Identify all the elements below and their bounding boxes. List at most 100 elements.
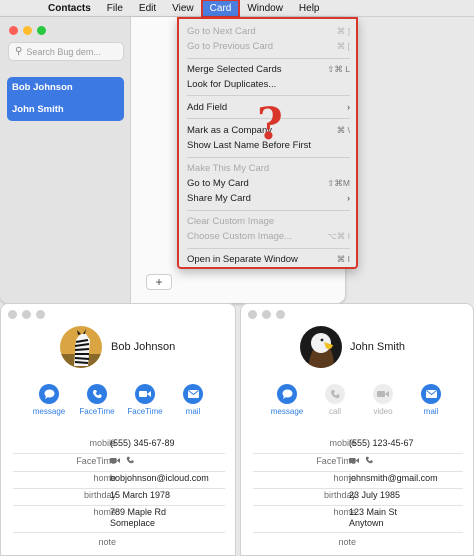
mail-icon — [421, 384, 441, 404]
mail-icon — [183, 384, 203, 404]
menu-item-open-separate-window[interactable]: Open in Separate Window ⌘ I — [187, 252, 350, 266]
field-value[interactable]: johnsmith@gmail.com — [349, 473, 438, 484]
field-row: FaceTime — [253, 456, 463, 472]
minimize-button[interactable] — [262, 310, 271, 319]
menu-item-make-my-card[interactable]: Make This My Card — [187, 161, 350, 175]
close-button[interactable] — [8, 310, 17, 319]
phone-icon[interactable] — [365, 456, 373, 467]
contact-list: Bob Johnson John Smith — [7, 77, 124, 121]
minimize-button[interactable] — [23, 26, 32, 35]
search-input[interactable]: ⚲ Search Bug dem... — [8, 42, 124, 61]
action-row: message FaceTime FaceTime mail — [25, 384, 217, 416]
sidebar: ⚲ Search Bug dem... Bob Johnson John Smi… — [0, 17, 131, 303]
menu-separator — [187, 58, 350, 59]
menu-item-clear-image[interactable]: Clear Custom Image — [187, 214, 350, 228]
window-controls — [248, 310, 285, 319]
field-value[interactable]: 123 Main St — [349, 507, 397, 518]
message-icon — [277, 384, 297, 404]
field-value[interactable]: 23 July 1985 — [349, 490, 400, 501]
action-row: message call video mail — [263, 384, 455, 416]
field-value[interactable]: 15 March 1978 — [110, 490, 170, 501]
contact-card-bob: Bob Johnson message FaceTime FaceTime ma… — [0, 303, 236, 556]
menu-separator — [187, 95, 350, 96]
menu-item-share-my-card[interactable]: Share My Card › — [187, 191, 350, 205]
video-action[interactable]: video — [359, 384, 407, 416]
question-mark-annotation: ? — [257, 99, 283, 150]
field-row: FaceTime — [13, 456, 225, 472]
eagle-avatar-image — [300, 326, 342, 368]
phone-icon[interactable] — [126, 456, 134, 467]
menu-separator — [187, 248, 350, 249]
mail-action[interactable]: mail — [407, 384, 455, 416]
close-button[interactable] — [9, 26, 18, 35]
phone-icon — [325, 384, 345, 404]
field-value[interactable]: bobjohnson@icloud.com — [110, 473, 209, 484]
menu-app[interactable]: Contacts — [40, 0, 99, 17]
list-item[interactable]: John Smith — [7, 99, 124, 121]
field-row: mobile (555) 345-67-89 — [13, 438, 225, 454]
menu-help[interactable]: Help — [291, 0, 328, 17]
menu-item-merge-cards[interactable]: Merge Selected Cards ⇧⌘ L — [187, 62, 350, 76]
video-icon[interactable] — [349, 456, 359, 467]
video-icon[interactable] — [110, 456, 120, 467]
field-row: home 789 Maple Rd Someplace — [13, 507, 225, 533]
message-icon — [39, 384, 59, 404]
message-action[interactable]: message — [25, 384, 73, 416]
message-action[interactable]: message — [263, 384, 311, 416]
contact-card-john: John Smith message call video mail mobil… — [240, 303, 474, 556]
phone-action[interactable]: FaceTime — [73, 384, 121, 416]
minimize-button[interactable] — [22, 310, 31, 319]
menu-item-go-to-my-card[interactable]: Go to My Card ⇧⌘M — [187, 176, 350, 190]
zoom-button[interactable] — [37, 26, 46, 35]
field-row: home 123 Main St Anytown — [253, 507, 463, 533]
avatar — [60, 326, 102, 368]
call-action[interactable]: call — [311, 384, 359, 416]
zoom-button[interactable] — [36, 310, 45, 319]
field-row: home bobjohnson@icloud.com — [13, 473, 225, 489]
search-placeholder: Search Bug dem... — [26, 46, 101, 57]
contact-name: Bob Johnson — [111, 341, 176, 353]
phone-icon — [87, 384, 107, 404]
mail-action[interactable]: mail — [169, 384, 217, 416]
menu-item-choose-image[interactable]: Choose Custom Image... ⌥⌘ I — [187, 229, 350, 243]
menu-window[interactable]: Window — [239, 0, 291, 17]
facetime-icons — [110, 456, 134, 467]
window-controls — [9, 26, 46, 35]
menu-item-look-duplicates[interactable]: Look for Duplicates... — [187, 77, 350, 91]
menu-edit[interactable]: Edit — [131, 0, 164, 17]
zoom-button[interactable] — [276, 310, 285, 319]
chevron-right-icon: › — [347, 102, 350, 112]
field-value[interactable]: (555) 345-67-89 — [110, 438, 175, 449]
field-row: note — [338, 537, 356, 547]
field-row: birthday 23 July 1985 — [253, 490, 463, 506]
avatar — [300, 326, 342, 368]
add-contact-button[interactable]: + — [146, 274, 172, 290]
field-value[interactable]: 789 Maple Rd — [110, 507, 166, 518]
field-value[interactable]: (555) 123-45-67 — [349, 438, 414, 449]
zebra-avatar-image — [60, 326, 102, 368]
field-row: mobile (555) 123-45-67 — [253, 438, 463, 454]
field-row: note — [98, 537, 116, 547]
menu-item-next-card[interactable]: Go to Next Card ⌘ ] — [187, 24, 350, 38]
list-item[interactable]: Bob Johnson — [7, 77, 124, 99]
menu-file[interactable]: File — [99, 0, 131, 17]
window-controls — [8, 310, 45, 319]
chevron-right-icon: › — [347, 193, 350, 203]
video-icon — [373, 384, 393, 404]
field-row: birthday 15 March 1978 — [13, 490, 225, 506]
facetime-icons — [349, 456, 373, 467]
video-icon — [135, 384, 155, 404]
field-value[interactable]: Anytown — [349, 518, 384, 529]
field-row: home johnsmith@gmail.com — [253, 473, 463, 489]
menu-separator — [187, 157, 350, 158]
menu-card[interactable]: Card — [200, 0, 241, 18]
video-action[interactable]: FaceTime — [121, 384, 169, 416]
menu-separator — [187, 210, 350, 211]
field-value[interactable]: Someplace — [110, 518, 155, 529]
menu-item-previous-card[interactable]: Go to Previous Card ⌘ [ — [187, 39, 350, 53]
search-icon: ⚲ — [15, 46, 23, 57]
close-button[interactable] — [248, 310, 257, 319]
contact-name: John Smith — [350, 341, 406, 353]
menu-bar: Contacts File Edit View Card Window Help — [0, 0, 474, 18]
menu-view[interactable]: View — [164, 0, 202, 17]
